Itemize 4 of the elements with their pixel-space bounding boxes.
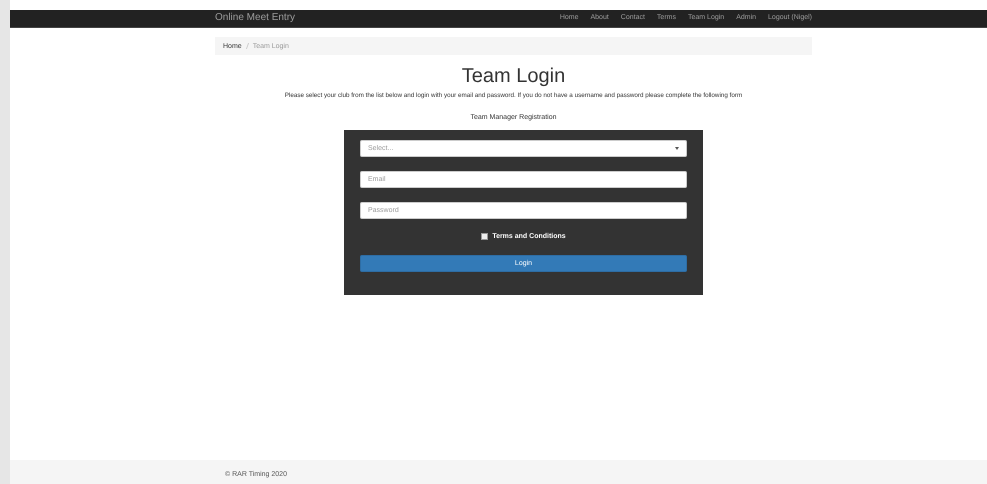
page-title: Team Login xyxy=(460,65,566,87)
terms-checkbox[interactable] xyxy=(481,233,488,240)
brand-link[interactable]: Online Meet Entry xyxy=(215,11,296,24)
caret-icon xyxy=(675,147,679,150)
